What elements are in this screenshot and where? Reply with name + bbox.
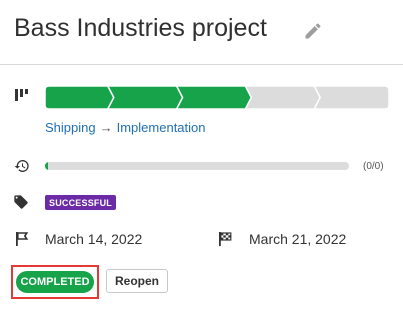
pencil-icon[interactable] xyxy=(303,21,323,41)
page-title: Bass Industries project xyxy=(14,14,267,42)
start-flag-icon xyxy=(16,232,29,246)
title-row: Bass Industries project xyxy=(14,14,394,50)
start-date: March 14, 2022 xyxy=(45,231,143,247)
completed-highlight: COMPLETED xyxy=(11,265,99,299)
header-divider xyxy=(0,64,403,65)
timer-icon xyxy=(14,160,29,172)
progress-count: (0/0) xyxy=(363,161,384,172)
pipeline-stage[interactable] xyxy=(106,86,184,109)
completed-badge[interactable]: COMPLETED xyxy=(16,271,94,293)
finish-flag-icon xyxy=(219,232,232,246)
pipeline-stages xyxy=(45,86,389,109)
pipeline-icon xyxy=(15,89,28,101)
path-from-link[interactable]: Shipping xyxy=(45,120,96,135)
reopen-button[interactable]: Reopen xyxy=(106,269,169,293)
pipeline-stage[interactable] xyxy=(244,86,322,109)
pipeline-stage[interactable] xyxy=(45,86,115,109)
pipeline-stage[interactable] xyxy=(313,86,389,109)
tag-icon xyxy=(14,195,28,209)
end-date: March 21, 2022 xyxy=(249,231,347,247)
progress-bar-fill xyxy=(45,162,49,170)
path-to-link[interactable]: Implementation xyxy=(117,120,206,135)
status-badge: SUCCESSFUL xyxy=(45,195,117,210)
pipeline-stage[interactable] xyxy=(175,86,253,109)
progress-bar xyxy=(45,162,349,170)
path-arrow: → xyxy=(99,120,113,135)
pipeline-path: Shipping → Implementation xyxy=(45,120,206,135)
